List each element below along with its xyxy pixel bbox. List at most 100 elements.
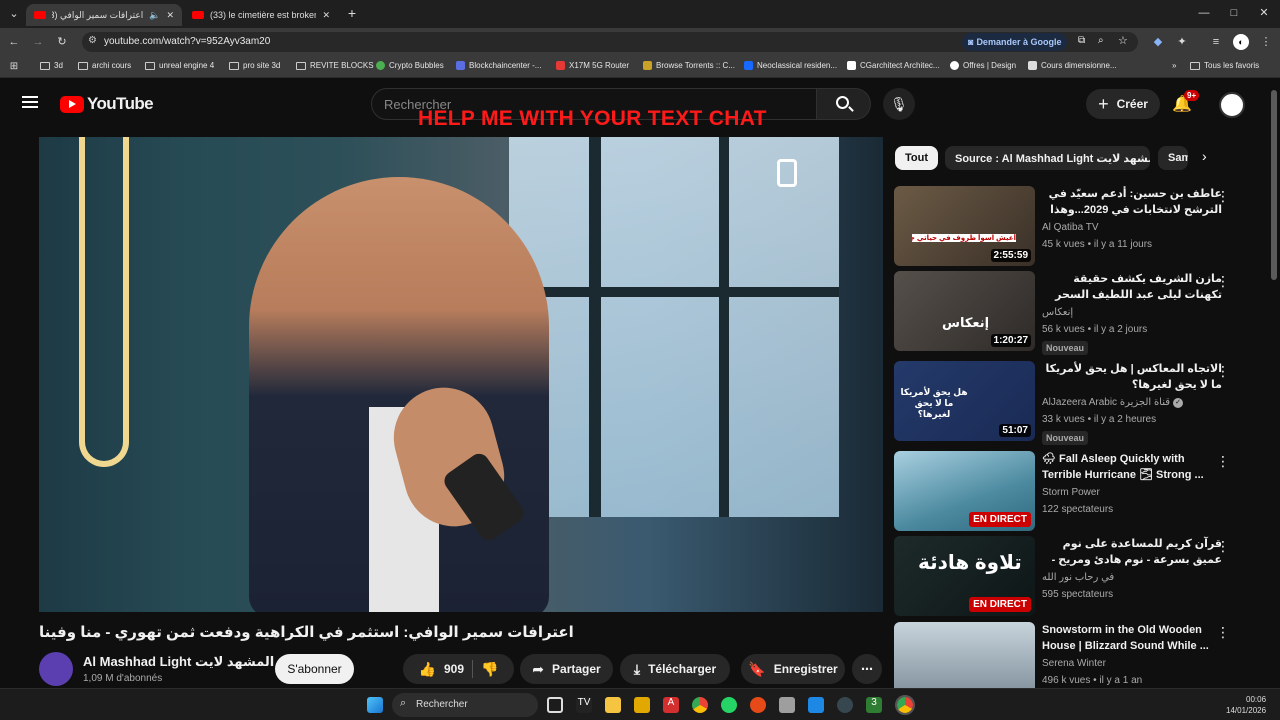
chip-more[interactable]: Sam [1158, 146, 1188, 170]
recommendation-title[interactable]: الاتجاه المعاكس | هل يحق لأمريكا ما لا ي… [1042, 361, 1222, 393]
recommendation-item[interactable]: أعيش اسوأ ظروف في حياتي جراء بلاغات القي… [894, 186, 1264, 268]
windows-start-icon[interactable] [367, 697, 383, 713]
extensions-puzzle-icon[interactable]: ✦ [1174, 34, 1190, 50]
all-bookmarks[interactable]: Tous les favoris [1190, 61, 1259, 70]
channel-name[interactable]: Al Mashhad Light المشهد لايت ✓ [83, 654, 289, 670]
bookmark-item[interactable]: unreal engine 4 [145, 61, 214, 70]
more-options-icon[interactable]: ⋮ [1216, 538, 1230, 554]
chevron-right-icon[interactable]: › [1202, 148, 1207, 164]
share-button[interactable]: ➦ Partager [520, 654, 613, 684]
task-view-icon[interactable] [547, 697, 563, 713]
hamburger-menu-icon[interactable] [22, 96, 38, 108]
subscribe-button[interactable]: S'abonner [275, 654, 354, 684]
recommendation-channel[interactable]: Storm Power [1042, 487, 1100, 498]
bookmark-item[interactable]: X17M 5G Router [556, 61, 629, 70]
taskbar-search[interactable]: ⌕ Rechercher [392, 693, 538, 717]
taskbar-date[interactable]: 14/01/2026 [1226, 706, 1266, 715]
recommendation-channel[interactable]: إنعكاس [1042, 307, 1073, 318]
tab-search-icon[interactable]: ⌄ [6, 6, 22, 22]
recommendation-item[interactable]: إنعكاس 1:20:27 مازن الشريف يكشف حقيقة تك… [894, 271, 1264, 355]
forward-icon[interactable]: → [30, 34, 46, 50]
more-actions-button[interactable]: ⋯ [852, 654, 882, 684]
video-player[interactable] [39, 137, 883, 612]
chrome-icon[interactable] [692, 697, 708, 713]
app-icon[interactable] [779, 697, 795, 713]
video-thumbnail[interactable] [894, 622, 1035, 688]
app-icon[interactable]: 3 [866, 697, 882, 713]
tab-close-icon[interactable]: ✕ [166, 10, 174, 21]
bookmark-item[interactable]: Browse Torrents :: C... [643, 61, 735, 70]
minimize-icon[interactable]: — [1196, 5, 1212, 21]
chip-all[interactable]: Tout [895, 146, 939, 170]
search-button[interactable] [817, 88, 871, 120]
file-explorer-icon[interactable] [605, 697, 621, 713]
reading-list-icon[interactable]: ≡ [1208, 34, 1224, 50]
more-options-icon[interactable]: ⋮ [1216, 273, 1230, 289]
recommendation-title[interactable]: Snowstorm in the Old Wooden House | Bliz… [1042, 622, 1222, 654]
bookmark-item[interactable]: Cours dimensionne... [1028, 61, 1117, 70]
more-options-icon[interactable]: ⋮ [1216, 453, 1230, 469]
recommendation-item[interactable]: EN DIRECT 🌧 Fall Asleep Quickly with Ter… [894, 451, 1264, 533]
recommendation-title[interactable]: قرآن كريم للمساعدة على نوم عميق بسرعة - … [1042, 536, 1222, 568]
recommendation-title[interactable]: عاطف بن حسين: أدعم سعيّد في الترشح لانتخ… [1042, 186, 1222, 218]
app-icon[interactable] [808, 697, 824, 713]
bookmark-item[interactable]: CGarchitect Architec... [847, 61, 940, 70]
page-scrollbar[interactable] [1271, 90, 1277, 280]
thumbs-down-icon[interactable]: 👎 [481, 661, 498, 678]
bookmark-item[interactable]: Crypto Bubbles [376, 61, 444, 70]
site-info-icon[interactable]: ⚙ [88, 35, 97, 46]
recommendation-item[interactable]: هل يحق لأمريكا ما لا يحق لغيرها؟ 51:07 ا… [894, 361, 1264, 445]
recommendation-item[interactable]: Snowstorm in the Old Wooden House | Bliz… [894, 622, 1264, 688]
recommendation-channel[interactable]: AlJazeera Arabic قناة الجزيرة ✓ [1042, 397, 1184, 408]
extension-icon[interactable]: ◆ [1150, 34, 1166, 50]
bookmark-item[interactable]: Blockchaincenter -... [456, 61, 541, 70]
recommendation-channel[interactable]: Al Qatiba TV [1042, 222, 1099, 233]
back-icon[interactable]: ← [6, 34, 22, 50]
more-options-icon[interactable]: ⋮ [1216, 363, 1230, 379]
install-icon[interactable]: ⧉ [1078, 35, 1085, 46]
video-thumbnail[interactable]: تلاوة هادئة EN DIRECT [894, 536, 1035, 616]
like-button[interactable]: 👍 909 [419, 661, 464, 678]
bookmark-item[interactable]: pro site 3d [229, 61, 280, 70]
close-window-icon[interactable]: ✕ [1256, 5, 1272, 21]
reload-icon[interactable]: ↻ [54, 34, 70, 50]
video-thumbnail[interactable]: إنعكاس 1:20:27 [894, 271, 1035, 351]
app-icon[interactable] [750, 697, 766, 713]
voice-search-button[interactable]: 🎙 [883, 88, 915, 120]
browser-tab-1[interactable]: اعترافات سمير الوافي (33) 🔈 ✕ [26, 4, 182, 26]
bookmark-item[interactable]: REVITE BLOCKS [296, 61, 374, 70]
more-bookmarks-icon[interactable]: » [1172, 61, 1176, 70]
tab-close-icon[interactable]: ✕ [322, 10, 330, 21]
taskbar-time[interactable]: 00:06 [1246, 695, 1266, 704]
folder-icon[interactable] [634, 697, 650, 713]
recommendation-title[interactable]: 🌧 Fall Asleep Quickly with Terrible Hurr… [1042, 451, 1222, 483]
save-button[interactable]: 🔖 Enregistrer [741, 654, 845, 684]
video-thumbnail[interactable]: EN DIRECT [894, 451, 1035, 531]
bookmark-item[interactable]: Neoclassical residen... [744, 61, 837, 70]
bookmark-star-icon[interactable]: ☆ [1118, 34, 1128, 47]
maximize-icon[interactable]: □ [1226, 5, 1242, 21]
browser-menu-icon[interactable]: ⋮ [1258, 34, 1274, 50]
acrobat-icon[interactable]: A [663, 697, 679, 713]
recommendation-channel[interactable]: Serena Winter [1042, 658, 1106, 669]
chrome-icon[interactable] [895, 695, 915, 715]
recommendation-title[interactable]: مازن الشريف يكشف حقيقة تكهنات ليلى عبد ا… [1042, 271, 1222, 303]
browser-tab-2[interactable]: (33) le cimetière est broken - Yo ✕ [184, 4, 338, 26]
bookmark-item[interactable]: archi cours [78, 61, 131, 70]
app-icon[interactable]: TV [576, 697, 592, 713]
whatsapp-icon[interactable] [721, 697, 737, 713]
notifications-button[interactable]: 🔔 9+ [1172, 90, 1200, 116]
url-text[interactable]: youtube.com/watch?v=952Ayv3am20 [104, 36, 270, 47]
chip-source[interactable]: Source : Al Mashhad Light المشهد لايت [945, 146, 1150, 170]
new-tab-button[interactable]: + [344, 5, 360, 21]
profile-icon[interactable]: ◐ [1233, 34, 1249, 50]
video-thumbnail[interactable]: هل يحق لأمريكا ما لا يحق لغيرها؟ 51:07 [894, 361, 1035, 441]
ask-google-button[interactable]: ◙ Demander à Google [962, 33, 1068, 51]
apps-grid-icon[interactable]: ⊞ [6, 59, 22, 75]
more-options-icon[interactable]: ⋮ [1216, 624, 1230, 640]
youtube-logo[interactable]: YouTube [60, 94, 154, 114]
more-options-icon[interactable]: ⋮ [1216, 188, 1230, 204]
create-button[interactable]: + Créer [1086, 89, 1160, 119]
avatar[interactable] [1219, 92, 1245, 118]
zoom-icon[interactable]: ⌕ [1098, 35, 1104, 46]
